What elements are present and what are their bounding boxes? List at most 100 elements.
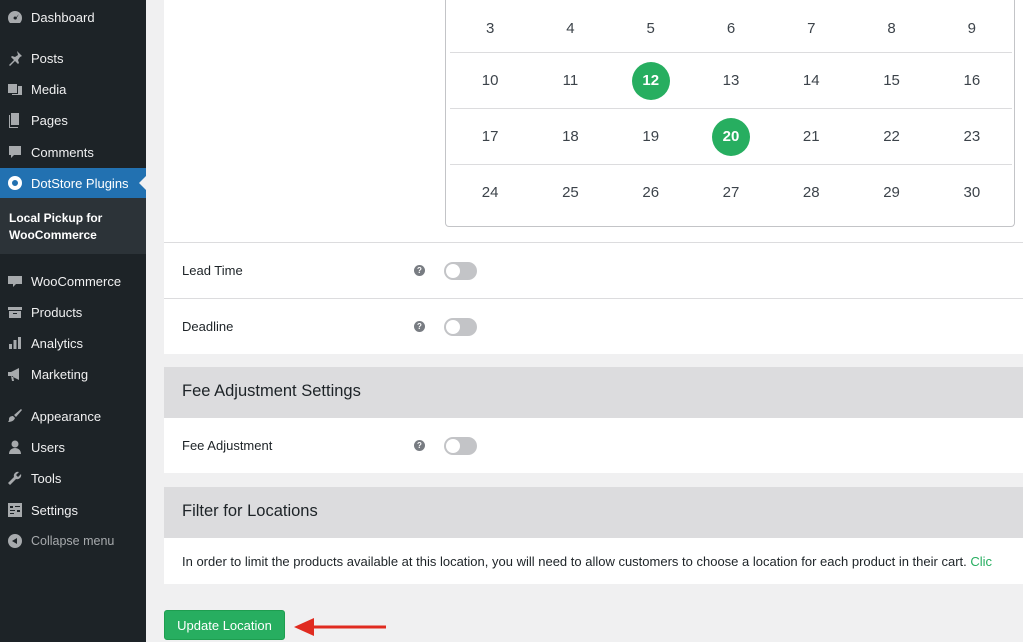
calendar-week-row: 3 4 5 6 7 8 9 (450, 0, 1012, 56)
deadline-toggle[interactable] (444, 318, 477, 336)
sidebar-item-analytics[interactable]: Analytics (0, 328, 146, 358)
fee-adjustment-label: Fee Adjustment (182, 438, 273, 453)
fee-adjustment-section: Fee Adjustment Settings Fee Adjustment ? (164, 367, 1023, 473)
sidebar-item-products[interactable]: Products (0, 297, 146, 327)
sidebar-item-label: DotStore Plugins (31, 175, 129, 191)
analytics-icon (7, 335, 23, 351)
calendar-day[interactable]: 14 (771, 53, 851, 108)
sidebar-item-label: Settings (31, 502, 78, 518)
settings-icon (7, 502, 23, 518)
red-arrow-annotation (294, 618, 386, 636)
lead-time-label: Lead Time (182, 263, 243, 278)
sidebar-item-label: Appearance (31, 408, 102, 424)
filter-locations-heading: Filter for Locations (164, 487, 1023, 538)
toggle-knob (446, 264, 460, 278)
calendar-day[interactable]: 30 (932, 165, 1012, 220)
deadline-row: Deadline ? (164, 298, 1023, 354)
fee-adjustment-row: Fee Adjustment ? (164, 418, 1023, 473)
sidebar-item-appearance[interactable]: Appearance (0, 401, 146, 431)
calendar-day[interactable]: 8 (851, 0, 931, 56)
help-icon[interactable]: ? (414, 321, 425, 332)
sidebar-item-marketing[interactable]: Marketing (0, 359, 146, 389)
admin-sidebar: Dashboard Posts Media Pages Comments Dot… (0, 0, 146, 642)
location-settings-card: 3 4 5 6 7 8 9 10 11 12 13 14 15 16 17 18… (164, 0, 1023, 242)
sidebar-item-label: Users (31, 439, 65, 455)
sidebar-item-settings[interactable]: Settings (0, 495, 146, 525)
calendar-day[interactable]: 11 (530, 53, 610, 108)
calendar-day[interactable]: 27 (691, 165, 771, 220)
sidebar-item-label: Pages (31, 112, 68, 128)
toggle-knob (446, 439, 460, 453)
sidebar-item-label: Dashboard (31, 9, 95, 25)
calendar-day[interactable]: 25 (530, 165, 610, 220)
megaphone-icon (7, 366, 23, 382)
filter-locations-section: Filter for Locations In order to limit t… (164, 487, 1023, 584)
calendar-day[interactable]: 6 (691, 0, 771, 56)
filter-locations-link[interactable]: Clic (970, 554, 992, 569)
sidebar-item-woocommerce[interactable]: WooCommerce (0, 266, 146, 296)
sidebar-submenu-local-pickup[interactable]: Local Pickup for WooCommerce (0, 198, 146, 254)
calendar-day[interactable]: 10 (450, 53, 530, 108)
collapse-menu-label: Collapse menu (31, 534, 115, 548)
sidebar-item-label: Marketing (31, 366, 89, 382)
help-icon[interactable]: ? (414, 265, 425, 276)
sidebar-item-label: Analytics (31, 335, 84, 351)
calendar-day[interactable]: 21 (771, 109, 851, 164)
wrench-icon (7, 470, 23, 486)
calendar-day[interactable]: 24 (450, 165, 530, 220)
lead-time-toggle[interactable] (444, 262, 477, 280)
sidebar-item-media[interactable]: Media (0, 74, 146, 104)
help-icon[interactable]: ? (414, 440, 425, 451)
sidebar-item-users[interactable]: Users (0, 432, 146, 462)
sidebar-item-label: Comments (31, 144, 94, 160)
sidebar-item-label: Posts (31, 50, 64, 66)
calendar-day-selected[interactable]: 20 (691, 109, 771, 164)
calendar-week-row: 17 18 19 20 21 22 23 (450, 108, 1012, 164)
filter-description-text: In order to limit the products available… (182, 554, 967, 569)
filter-locations-description: In order to limit the products available… (182, 554, 992, 569)
calendar-day[interactable]: 26 (611, 165, 691, 220)
sidebar-item-dashboard[interactable]: Dashboard (0, 2, 146, 32)
pages-icon (7, 112, 23, 128)
pin-icon (7, 50, 23, 66)
calendar-day[interactable]: 15 (851, 53, 931, 108)
sidebar-item-label: Tools (31, 470, 62, 486)
calendar-day[interactable]: 9 (932, 0, 1012, 56)
brush-icon (7, 408, 23, 424)
sidebar-item-comments[interactable]: Comments (0, 137, 146, 167)
sidebar-item-tools[interactable]: Tools (0, 463, 146, 493)
sidebar-item-dotstore-plugins[interactable]: DotStore Plugins (0, 168, 146, 198)
toggle-knob (446, 320, 460, 334)
user-icon (7, 439, 23, 455)
calendar-week-row: 10 11 12 13 14 15 16 (450, 52, 1012, 108)
calendar-week-row: 24 25 26 27 28 29 30 (450, 164, 1012, 220)
collapse-menu-button[interactable]: Collapse menu (0, 526, 146, 556)
update-location-button[interactable]: Update Location (164, 610, 285, 640)
fee-adjustment-toggle[interactable] (444, 437, 477, 455)
calendar-day[interactable]: 3 (450, 0, 530, 56)
deadline-label: Deadline (182, 319, 234, 334)
calendar-day[interactable]: 22 (851, 109, 931, 164)
calendar-day[interactable]: 7 (771, 0, 851, 56)
sidebar-item-label: Media (31, 81, 67, 97)
timing-settings-card: Lead Time ? Deadline ? (164, 242, 1023, 354)
calendar-day[interactable]: 18 (530, 109, 610, 164)
lead-time-row: Lead Time ? (164, 242, 1023, 298)
sidebar-item-pages[interactable]: Pages (0, 105, 146, 135)
calendar-day[interactable]: 29 (851, 165, 931, 220)
fee-adjustment-heading: Fee Adjustment Settings (164, 367, 1023, 418)
calendar-day[interactable]: 13 (691, 53, 771, 108)
calendar-day[interactable]: 16 (932, 53, 1012, 108)
calendar-day[interactable]: 23 (932, 109, 1012, 164)
dotstore-icon (7, 175, 23, 191)
sidebar-item-posts[interactable]: Posts (0, 43, 146, 73)
calendar-day[interactable]: 4 (530, 0, 610, 56)
woo-icon (7, 273, 23, 289)
calendar-day[interactable]: 19 (611, 109, 691, 164)
calendar-day[interactable]: 17 (450, 109, 530, 164)
calendar-day[interactable]: 28 (771, 165, 851, 220)
calendar-day[interactable]: 5 (611, 0, 691, 56)
calendar-day-selected[interactable]: 12 (611, 53, 691, 108)
availability-calendar: 3 4 5 6 7 8 9 10 11 12 13 14 15 16 17 18… (445, 0, 1015, 227)
sidebar-item-label: Products (31, 304, 83, 320)
